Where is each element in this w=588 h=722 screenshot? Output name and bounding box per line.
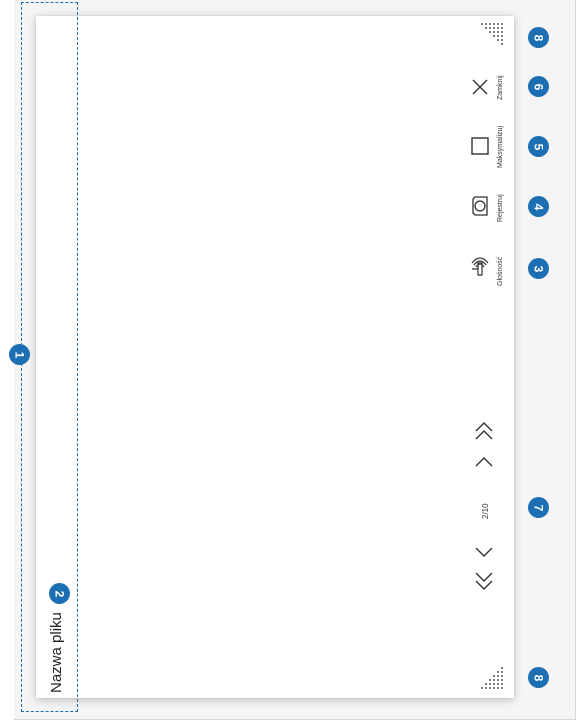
close-button[interactable] — [470, 77, 490, 97]
chevron-down-icon — [475, 547, 493, 557]
record-button[interactable] — [468, 194, 492, 218]
next-page-button[interactable] — [473, 545, 495, 566]
resize-grip-bottom-icon[interactable] — [480, 666, 506, 692]
previous-page-button[interactable] — [473, 453, 495, 474]
double-chevron-up-icon — [475, 422, 493, 440]
maximize-icon — [471, 137, 489, 155]
file-name-label: Nazwa pliku — [48, 612, 65, 693]
callout-1: 1 — [9, 344, 30, 365]
record-label: Rejestruj — [497, 194, 504, 222]
close-label: Zamknij — [497, 75, 504, 100]
callout-8-bottom: 8 — [528, 667, 549, 688]
callout-3: 3 — [528, 258, 549, 279]
maximize-label: Maksymalizuj — [497, 125, 504, 168]
callout-5: 5 — [528, 136, 549, 157]
chevron-up-icon — [475, 457, 493, 467]
resize-grip-top-icon[interactable] — [480, 22, 506, 48]
callout-8-top: 8 — [528, 27, 549, 48]
callout-2: 2 — [49, 583, 70, 604]
maximize-button[interactable] — [470, 136, 490, 156]
viewer-panel — [36, 16, 514, 698]
double-chevron-down-icon — [475, 572, 493, 590]
callout-7: 7 — [528, 497, 549, 518]
last-page-button[interactable] — [473, 570, 495, 599]
speaker-icon — [471, 257, 489, 276]
volume-label: Głośność — [497, 256, 504, 286]
volume-button[interactable] — [468, 255, 492, 283]
camera-icon — [472, 196, 488, 216]
first-page-button[interactable] — [473, 420, 495, 449]
close-icon — [472, 79, 488, 95]
callout-4: 4 — [528, 196, 549, 217]
callout-6: 6 — [528, 76, 549, 97]
page-counter: 2/10 — [481, 503, 490, 519]
